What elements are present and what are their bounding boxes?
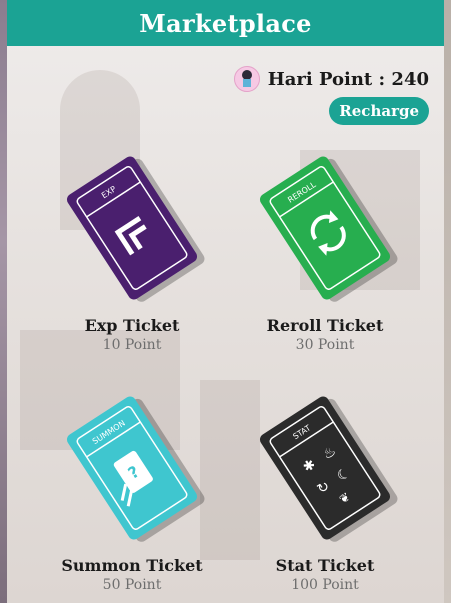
reroll-ticket-card[interactable]: REROLL Reroll Ticket 30 Point <box>225 150 425 353</box>
exp-ticket-card[interactable]: EXP Exp Ticket 10 Point <box>32 150 232 353</box>
summon-ticket-price: 50 Point <box>102 577 162 593</box>
reroll-ticket-price: 30 Point <box>295 337 355 353</box>
stat-ticket-name: Stat Ticket <box>275 556 375 575</box>
summon-ticket-name: Summon Ticket <box>61 556 203 575</box>
exp-ticket-price: 10 Point <box>102 337 162 353</box>
right-edge <box>444 0 451 603</box>
summon-ticket-card[interactable]: SUMMON ? Summon Ticket 50 Point <box>32 390 232 593</box>
points-display: Hari Point : 240 <box>233 66 429 92</box>
stat-ticket-price: 100 Point <box>291 577 359 593</box>
exp-ticket-name: Exp Ticket <box>84 316 180 335</box>
summon-ticket-icon: SUMMON ? <box>66 396 205 542</box>
reroll-ticket-icon: REROLL <box>259 156 398 302</box>
recharge-button[interactable]: Recharge <box>329 97 429 125</box>
stat-ticket-icon: STAT ✱ ♨ ↻ ☾ ❦ <box>259 396 398 542</box>
marketplace-header: Marketplace <box>7 0 444 46</box>
exp-ticket-icon: EXP <box>66 156 205 302</box>
stat-ticket-card[interactable]: STAT ✱ ♨ ↻ ☾ ❦ Stat Ticket 100 Point <box>225 390 425 593</box>
left-edge <box>0 0 7 603</box>
page-title: Marketplace <box>139 8 312 38</box>
avatar <box>233 66 260 92</box>
hari-point-label: Hari Point : 240 <box>267 68 429 90</box>
reroll-ticket-name: Reroll Ticket <box>266 316 384 335</box>
